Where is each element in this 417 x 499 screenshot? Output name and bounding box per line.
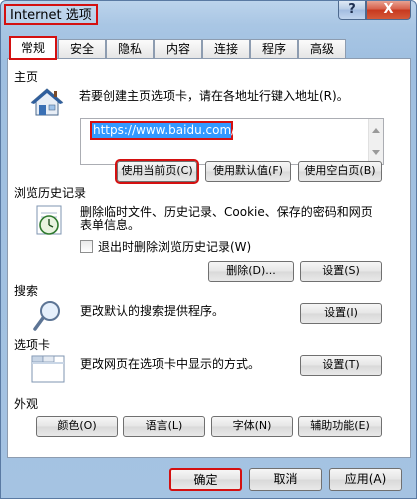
general-tab-panel: 主页 若要创建主页选项卡，请在各地址行键入地址(R)。 https://www.… — [7, 58, 411, 458]
use-default-button[interactable]: 使用默认值(F) — [205, 161, 291, 182]
title-bar: Internet 选项 ? X — [1, 1, 416, 29]
languages-button[interactable]: 语言(L) — [123, 416, 205, 437]
search-settings-button[interactable]: 设置(I) — [300, 303, 382, 324]
tabs-window-icon — [31, 355, 65, 383]
window-title: Internet 选项 — [4, 4, 98, 25]
search-description: 更改默认的搜索提供程序。 — [80, 304, 225, 318]
tab-privacy[interactable]: 隐私 — [106, 39, 154, 59]
tab-advanced[interactable]: 高级 — [298, 39, 346, 59]
scroll-up-icon[interactable] — [372, 128, 380, 133]
apply-button[interactable]: 应用(A) — [329, 468, 402, 491]
delete-on-exit-checkbox[interactable] — [80, 240, 93, 253]
help-button[interactable]: ? — [338, 1, 366, 20]
fonts-button[interactable]: 字体(N) — [211, 416, 293, 437]
homepage-scrollbar[interactable] — [368, 119, 383, 164]
history-description: 删除临时文件、历史记录、Cookie、保存的密码和网页表单信息。 — [80, 205, 373, 232]
ok-button[interactable]: 确定 — [169, 468, 242, 491]
search-heading: 搜索 — [14, 284, 39, 298]
close-button[interactable]: X — [366, 1, 411, 20]
delete-history-button[interactable]: 删除(D)... — [208, 261, 294, 282]
magnifier-icon — [33, 301, 60, 331]
colors-button[interactable]: 颜色(O) — [36, 416, 118, 437]
tabs-settings-button[interactable]: 设置(T) — [300, 355, 382, 376]
tab-programs[interactable]: 程序 — [250, 39, 298, 59]
delete-on-exit-label: 退出时删除浏览历史记录(W) — [98, 240, 252, 254]
use-blank-button[interactable]: 使用空白页(B) — [298, 161, 382, 182]
tab-general[interactable]: 常规 — [9, 36, 57, 60]
history-clock-icon — [36, 205, 62, 235]
internet-options-window: Internet 选项 ? X 常规 安全 隐私 内容 连接 程序 高级 主页 … — [0, 0, 417, 499]
scroll-down-icon[interactable] — [372, 150, 380, 155]
history-settings-button[interactable]: 设置(S) — [300, 261, 382, 282]
tab-connections[interactable]: 连接 — [202, 39, 250, 59]
history-heading: 浏览历史记录 — [14, 186, 87, 200]
homepage-url-input[interactable]: https://www.baidu.com/ — [80, 118, 384, 165]
cancel-button[interactable]: 取消 — [249, 468, 322, 491]
homepage-heading: 主页 — [14, 70, 39, 84]
accessibility-button[interactable]: 辅助功能(E) — [298, 416, 382, 437]
tabs-section-heading: 选项卡 — [14, 338, 51, 352]
homepage-description: 若要创建主页选项卡，请在各地址行键入地址(R)。 — [79, 89, 349, 103]
use-current-button[interactable]: 使用当前页(C) — [115, 159, 199, 184]
tab-content[interactable]: 内容 — [154, 39, 202, 59]
appearance-heading: 外观 — [14, 397, 39, 411]
tab-security[interactable]: 安全 — [58, 39, 106, 59]
tabs-description: 更改网页在选项卡中显示的方式。 — [80, 357, 261, 371]
house-icon — [30, 88, 64, 116]
homepage-url-text: https://www.baidu.com/ — [90, 121, 235, 140]
tab-strip: 常规 安全 隐私 内容 连接 程序 高级 — [7, 36, 411, 60]
